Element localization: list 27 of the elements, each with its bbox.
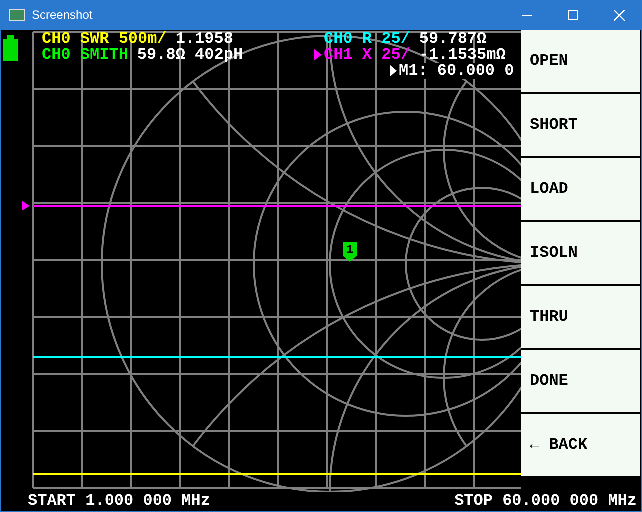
menu-button[interactable]: DONE [521,350,640,412]
battery-icon [3,35,18,61]
trace-label: CH0 R 25/ [324,31,410,47]
marker-flag: 1 [343,242,357,262]
window-title: Screenshot [32,7,93,24]
app-icon [9,9,25,21]
minimize-icon [522,14,532,16]
menu-button[interactable]: LOAD [521,158,640,220]
menu-button[interactable]: THRU [521,286,640,348]
close-icon [614,10,624,20]
maximize-icon [568,10,578,20]
trace-label: CH0 SWR 500m/ [42,31,167,47]
trace-label: CH1 X 25/ [324,47,410,63]
marker-pointer-icon [390,65,397,77]
menu-button[interactable]: ← BACK [521,414,640,476]
reference-marker-icon [22,201,30,211]
menu-button[interactable]: ISOLN [521,222,640,284]
marker-readout: M1: 60.000 0 [399,63,514,79]
menu-button[interactable]: SHORT [521,94,640,156]
start-frequency: START 1.000 000 MHz [28,493,210,509]
menu-button[interactable]: OPEN [521,30,640,92]
trace-value: 59.787Ω [419,31,487,47]
trace-value: -1.1535mΩ [419,47,506,63]
trace-value: 59.8Ω 402pH [137,47,244,63]
trace-value: 1.1958 [176,31,234,47]
trace-label: CH0 SMITH [42,47,128,63]
stop-frequency: STOP 60.000 000 MHz [454,493,637,509]
